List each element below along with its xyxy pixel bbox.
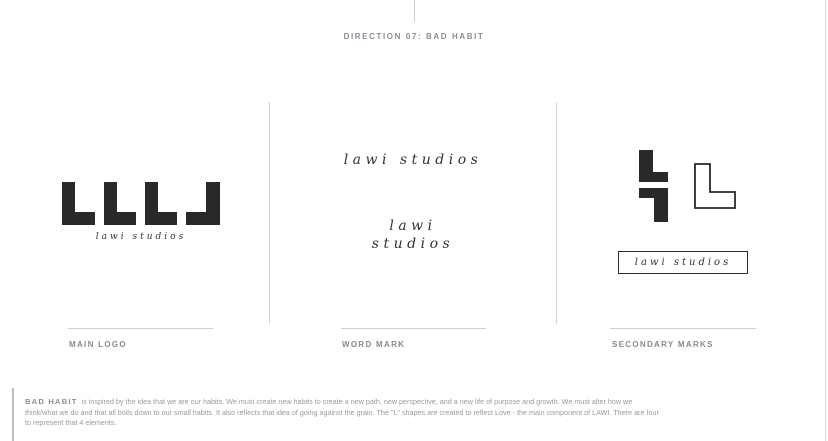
secondary-marks-caption: SECONDARY MARKS (612, 340, 714, 349)
description-accent-bar (12, 388, 14, 441)
description-body: is inspired by the idea that we are our … (25, 397, 659, 427)
description-paragraph: BAD HABIT is inspired by the idea that we… (25, 397, 665, 429)
word-mark-stacked-bottom: studios (371, 236, 455, 252)
column-divider (269, 102, 270, 324)
word-mark-caption: WORD MARK (342, 340, 406, 349)
main-logo-mark (62, 182, 220, 225)
page-edge (825, 0, 826, 441)
outline-l-icon (694, 163, 736, 209)
word-mark-single-line: lawi studios (343, 152, 483, 168)
word-mark-stacked-top: lawi (389, 218, 437, 234)
top-tick-line (414, 0, 415, 22)
main-logo-wordmark: lawi studios (95, 232, 187, 242)
caption-rule (68, 328, 213, 329)
column-divider (556, 102, 557, 324)
description-lead: BAD HABIT (25, 397, 78, 406)
stacked-l-icon (639, 150, 668, 222)
main-logo-caption: MAIN LOGO (69, 340, 127, 349)
page-title: DIRECTION 07: BAD HABIT (343, 32, 485, 41)
caption-rule (610, 328, 756, 329)
boxed-wordmark: lawi studios (618, 251, 748, 274)
caption-rule (341, 328, 486, 329)
